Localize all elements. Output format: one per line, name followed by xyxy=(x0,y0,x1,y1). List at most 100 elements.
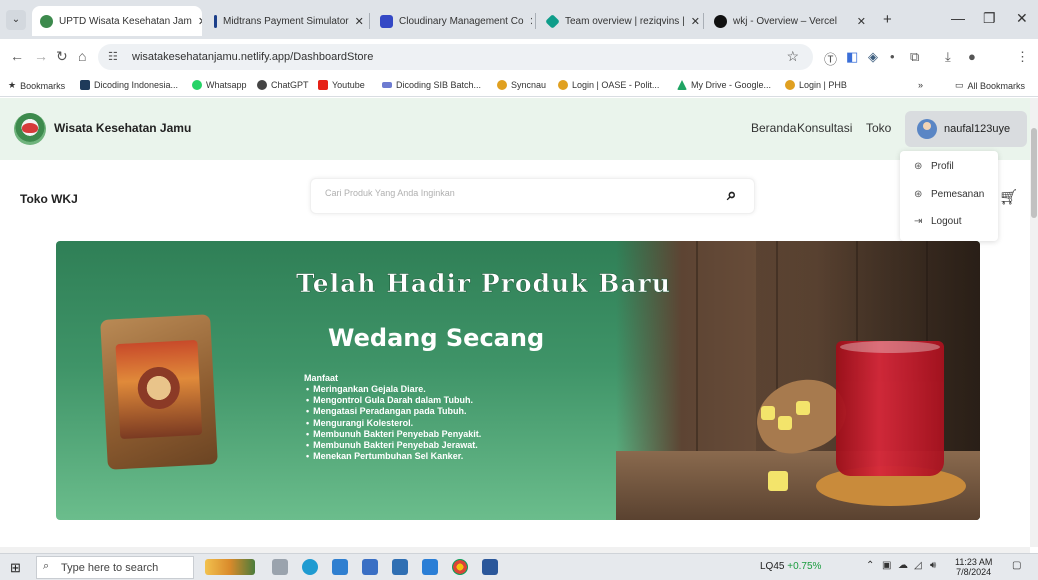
bookmark-item[interactable]: Login | OASE - Polit... xyxy=(558,80,659,90)
bookmark-item[interactable]: Youtube xyxy=(318,80,365,90)
bookmark-item[interactable]: Login | PHB xyxy=(785,80,847,90)
tab-title: Team overview | reziqvins | xyxy=(565,15,685,27)
extensions-puzzle-icon[interactable]: ⧉ xyxy=(910,49,919,65)
browser-menu-icon[interactable]: ⋮ xyxy=(1016,49,1029,65)
back-icon[interactable]: ← xyxy=(10,48,24,64)
list-item: Meringankan Gejala Diare. xyxy=(304,384,481,395)
bookmark-item[interactable]: Syncnau xyxy=(497,80,546,90)
chrome-icon[interactable] xyxy=(452,559,468,575)
nav-consultation-link[interactable]: Konsultasi xyxy=(797,121,852,135)
sugar-cube xyxy=(768,471,788,491)
list-item: Mengatasi Peradangan pada Tubuh. xyxy=(304,406,481,417)
bookmark-label: Whatsapp xyxy=(206,80,247,90)
clock[interactable]: 11:23 AM 7/8/2024 xyxy=(955,557,992,577)
chatgpt-icon xyxy=(257,80,267,90)
more-bookmarks-icon[interactable]: » xyxy=(918,80,923,90)
extension-icon[interactable]: • xyxy=(890,49,895,64)
close-window-icon[interactable]: ✕ xyxy=(1016,10,1028,27)
taskbar-search[interactable]: ⌕ Type here to search xyxy=(36,556,194,579)
wifi-icon[interactable]: ◿ xyxy=(914,560,922,571)
network-icon[interactable]: ☁ xyxy=(898,560,908,571)
syncnau-icon xyxy=(497,80,507,90)
tab-title: Midtrans Payment Simulator xyxy=(223,15,349,27)
tab-separator xyxy=(369,13,370,29)
bookmark-item[interactable]: Dicoding SIB Batch... xyxy=(382,80,481,90)
browser-tab[interactable]: Cloudinary Management Co ✕ xyxy=(372,6,532,36)
tray-app-icon[interactable]: ▣ xyxy=(882,560,891,571)
extension-icon[interactable]: ◧ xyxy=(846,49,858,65)
package-photo xyxy=(136,365,181,411)
show-hidden-icons-icon[interactable]: ⌃ xyxy=(866,560,874,571)
site-info-icon[interactable]: ☷ xyxy=(108,50,118,63)
bookmark-label: Dicoding Indonesia... xyxy=(94,80,179,90)
sugar-cube xyxy=(796,401,810,415)
dicoding-sib-icon xyxy=(382,82,392,88)
store-icon[interactable] xyxy=(392,559,408,575)
task-view-icon[interactable] xyxy=(272,559,288,575)
browser-tab[interactable]: Team overview | reziqvins | ✕ xyxy=(538,6,700,36)
tab-search-button[interactable]: ⌄ xyxy=(6,10,26,30)
bookmark-star-icon[interactable]: ☆ xyxy=(786,48,799,65)
url-bar[interactable]: ☷ wisatakesehatanjamu.netlify.app/Dashbo… xyxy=(98,44,813,70)
nav-store-link[interactable]: Toko xyxy=(866,121,891,135)
search-input[interactable] xyxy=(325,188,705,198)
menu-item-logout[interactable]: ⇥ Logout xyxy=(914,216,962,227)
volume-icon[interactable]: 🔊︎ xyxy=(930,560,936,571)
translate-extension-icon[interactable]: Ⓣ xyxy=(824,49,837,68)
scrollbar-thumb[interactable] xyxy=(1031,128,1037,218)
file-explorer-icon[interactable] xyxy=(362,559,378,575)
bookmark-label: Login | OASE - Polit... xyxy=(572,80,660,90)
edge-icon[interactable] xyxy=(302,559,318,575)
profile-icon[interactable]: ● xyxy=(968,49,976,64)
reload-icon[interactable]: ↻ xyxy=(56,48,68,65)
bookmark-manager[interactable]: ★ Bookmarks xyxy=(8,80,65,91)
vertical-scrollbar[interactable] xyxy=(1030,98,1038,547)
menu-item-label: Pemesanan xyxy=(931,189,985,200)
banner-product-name: Wedang Secang xyxy=(328,324,545,352)
promo-banner[interactable]: Telah Hadir Produk Baru Wedang Secang Ma… xyxy=(56,241,980,520)
brand-name[interactable]: Wisata Kesehatan Jamu xyxy=(54,121,191,135)
search-icon[interactable]: ⌕ xyxy=(727,185,737,205)
bookmark-label: Youtube xyxy=(332,80,365,90)
bookmark-item[interactable]: My Drive - Google... xyxy=(677,80,771,90)
word-icon[interactable] xyxy=(482,559,498,575)
sugar-cube xyxy=(761,406,775,420)
restore-icon[interactable]: ❐ xyxy=(983,10,996,27)
cart-icon[interactable]: 🛒︎ xyxy=(999,188,1018,206)
windows-start-icon[interactable]: ⊞ xyxy=(10,560,21,576)
folder-icon: ▭ xyxy=(955,80,964,90)
notifications-icon[interactable]: ▢ xyxy=(1012,560,1021,571)
download-icon[interactable]: ⤓ xyxy=(945,49,951,65)
vscode-icon[interactable] xyxy=(332,559,348,575)
bookmark-item[interactable]: Dicoding Indonesia... xyxy=(80,80,178,90)
browser-tab[interactable]: Midtrans Payment Simulator ✕ xyxy=(206,6,366,36)
taskbar-search-placeholder: Type here to search xyxy=(61,561,159,574)
close-tab-icon[interactable]: ✕ xyxy=(530,15,532,28)
close-tab-icon[interactable]: ✕ xyxy=(691,15,700,28)
stock-widget[interactable]: LQ45 +0.75% xyxy=(760,561,821,572)
close-tab-icon[interactable]: ✕ xyxy=(355,15,364,28)
nav-home-link[interactable]: Beranda xyxy=(751,121,796,135)
wedang-secang-glass-image xyxy=(836,341,944,476)
extension-icon[interactable]: ◈ xyxy=(868,49,878,65)
clock-date: 7/8/2024 xyxy=(956,567,992,577)
user-menu-button[interactable]: naufal123uye xyxy=(905,111,1027,147)
close-tab-icon[interactable]: ✕ xyxy=(198,15,202,28)
minimize-icon[interactable]: — xyxy=(951,10,965,26)
browser-tab[interactable]: wkj - Overview – Vercel ✕ xyxy=(706,6,874,36)
bookmark-item[interactable]: ChatGPT xyxy=(257,80,309,90)
site-logo[interactable] xyxy=(14,113,46,145)
mail-icon[interactable] xyxy=(422,559,438,575)
menu-item-profile[interactable]: ⊛ Profil xyxy=(914,161,954,172)
widgets-icon[interactable] xyxy=(205,559,255,575)
browser-tab-active[interactable]: UPTD Wisata Kesehatan Jam ✕ xyxy=(32,6,202,36)
menu-item-orders[interactable]: ⊛ Pemesanan xyxy=(914,189,984,200)
all-bookmarks[interactable]: ▭ All Bookmarks xyxy=(955,80,1025,91)
forward-icon[interactable]: → xyxy=(34,48,48,64)
banner-headline: Telah Hadir Produk Baru xyxy=(296,269,671,299)
netlify-favicon-icon xyxy=(545,13,560,29)
close-tab-icon[interactable]: ✕ xyxy=(857,15,866,28)
bookmark-item[interactable]: Whatsapp xyxy=(192,80,247,90)
new-tab-button[interactable]: + xyxy=(883,11,892,28)
home-icon[interactable]: ⌂ xyxy=(78,48,86,64)
